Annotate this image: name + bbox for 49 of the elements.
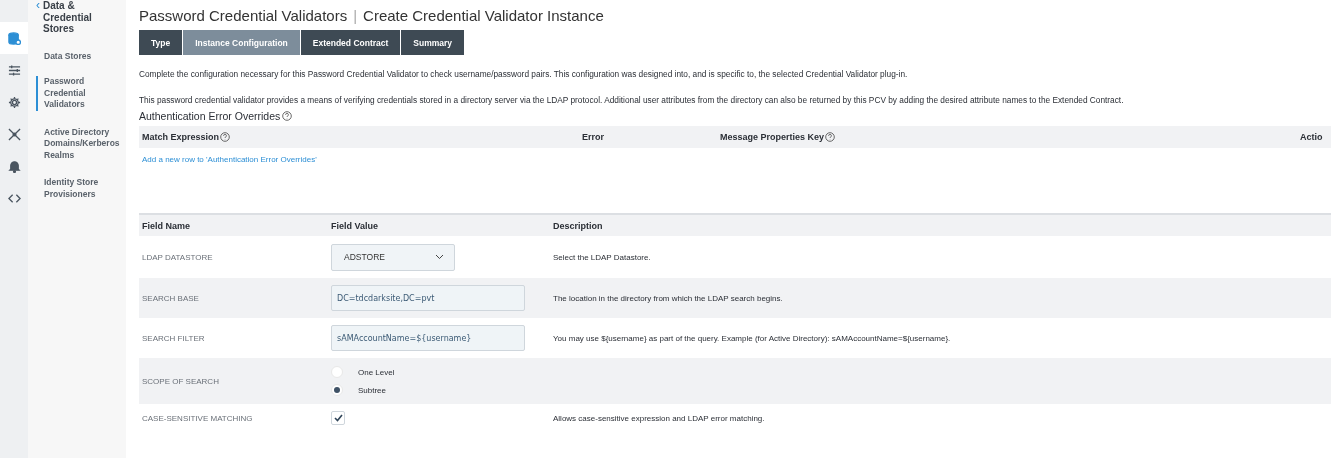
- datastore-select[interactable]: ADSTORE: [331, 243, 455, 271]
- section-title: Authentication Error Overrides: [139, 110, 281, 122]
- field-name: SEARCH BASE: [142, 293, 200, 303]
- database-icon[interactable]: [7, 31, 21, 45]
- radio-label: One Level: [358, 367, 395, 377]
- column-header: Actio: [1300, 132, 1323, 142]
- field-name: CASE-SENSITIVE MATCHING: [142, 413, 254, 423]
- nav-item[interactable]: Active Directory Domains/Kerberos Realms: [36, 126, 120, 161]
- column-header: Field Value: [331, 220, 379, 231]
- page-subtitle: Create Credential Validator Instance: [363, 6, 604, 24]
- help-icon[interactable]: [220, 132, 231, 142]
- add-row-link[interactable]: Add a new row to 'Authentication Error Overrides': [142, 155, 317, 164]
- field-description: Select the LDAP Datastore.: [553, 252, 651, 262]
- radio-label: Subtree: [358, 385, 387, 395]
- column-header: Field Name: [142, 220, 190, 231]
- wizard-tab[interactable]: Type: [139, 30, 183, 55]
- text-field[interactable]: sAMAccountName=${username}: [331, 325, 525, 351]
- nav-title: Data & Credential Stores: [43, 0, 93, 35]
- help-icon[interactable]: [825, 132, 836, 142]
- nav-item[interactable]: Data Stores: [36, 50, 120, 62]
- field-name: SCOPE OF SEARCH: [142, 376, 220, 386]
- bell-icon[interactable]: [7, 159, 21, 173]
- back-arrow[interactable]: ‹: [36, 0, 40, 11]
- wizard-tab[interactable]: Instance Configuration: [183, 30, 300, 55]
- checkbox[interactable]: [331, 411, 345, 425]
- network-icon[interactable]: [7, 127, 21, 141]
- intro-text: This password credential validator provides a means of verifying credentials stored in a directory server via the LDAP protocol. Additional user attributes from the directory can also be returned by this PCV by adding the desired attribute names to the Extended Contract.: [139, 95, 1125, 106]
- field-description: You may use ${username} as part of the query. Example (for Active Directory): sAMAccountName=${username}.: [553, 333, 951, 343]
- radio-button[interactable]: [331, 384, 343, 396]
- intro-text: Complete the configuration necessary for this Password Credential Validator to check username/password pairs. This configuration was designed into, and is specific to, the selected Credential Validator plug-in.: [139, 69, 909, 80]
- gear-icon[interactable]: [7, 95, 21, 109]
- title-separator: |: [353, 6, 358, 24]
- column-header: Match Expression: [142, 132, 220, 142]
- page-title: Password Credential Validators: [139, 6, 348, 24]
- column-header: Error: [582, 132, 604, 142]
- help-icon[interactable]: [282, 111, 293, 121]
- field-description: Allows case-sensitive expression and LDAP error matching.: [553, 413, 765, 423]
- column-header: Message Properties Key: [720, 132, 825, 142]
- wizard-tab[interactable]: Extended Contract: [300, 30, 401, 55]
- text-field[interactable]: DC=tdcdarksite,DC=pvt: [331, 285, 525, 311]
- field-name: SEARCH FILTER: [142, 333, 206, 343]
- column-header: Description: [553, 220, 603, 231]
- nav-item[interactable]: Password Credential Validators: [36, 76, 120, 111]
- field-name: LDAP DATASTORE: [142, 252, 214, 262]
- chevron-down-icon: [435, 254, 444, 260]
- wizard-tab[interactable]: Summary: [401, 30, 465, 55]
- nav-item[interactable]: Identity Store Provisioners: [36, 177, 120, 200]
- sliders-icon[interactable]: [7, 63, 21, 77]
- field-description: The location in the directory from which the LDAP search begins.: [553, 293, 783, 303]
